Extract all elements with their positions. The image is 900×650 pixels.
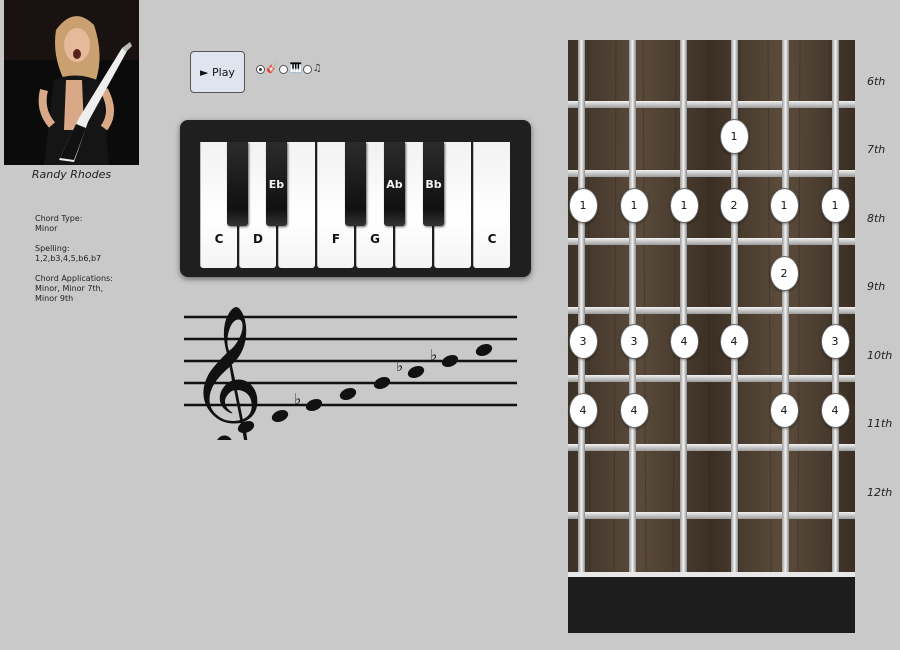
guitar-fretboard (568, 40, 855, 633)
note-head (339, 387, 357, 401)
finger-marker[interactable]: 2 (769, 255, 799, 291)
finger-marker[interactable]: 3 (568, 323, 598, 359)
note-head (475, 343, 493, 357)
artist-caption: Randy Rhodes (31, 168, 112, 181)
chord-type-label: Chord Type: (35, 214, 83, 223)
note-head (441, 354, 459, 368)
fret-label: 12th (867, 486, 893, 499)
key-label: Bb (425, 178, 442, 191)
piano-black-key[interactable]: Ab (384, 142, 405, 226)
note-head (271, 409, 289, 423)
applications-line-1: Minor, Minor 7th, (35, 284, 104, 293)
chord-type-value: Minor (35, 224, 58, 233)
piano-black-key[interactable]: Bb (423, 142, 444, 226)
mode-radio-guitar[interactable] (256, 64, 265, 74)
finger-marker[interactable]: 1 (568, 187, 598, 223)
fret-label: 7th (867, 143, 886, 156)
fret-label: 6th (867, 75, 886, 88)
key-label: F (331, 232, 341, 246)
key-label: D (253, 232, 263, 246)
fret-label: 9th (867, 280, 886, 293)
mode-radio-piano[interactable] (279, 64, 289, 74)
finger-marker[interactable]: 1 (769, 187, 799, 223)
piano-black-key[interactable] (227, 142, 248, 226)
piano-icon: 🎹 (289, 63, 302, 74)
applications-label: Chord Applications: (35, 274, 113, 283)
fret-label: 8th (867, 212, 886, 225)
fret-label: 11th (867, 417, 893, 430)
note-head (305, 398, 323, 412)
flat-accidental: ♭ (294, 390, 301, 408)
finger-marker[interactable]: 4 (719, 323, 749, 359)
piano-black-key[interactable]: Eb (266, 142, 287, 226)
finger-marker[interactable]: 1 (619, 187, 649, 223)
note-head (373, 376, 391, 390)
finger-marker[interactable]: 3 (619, 323, 649, 359)
finger-marker[interactable]: 1 (719, 118, 749, 154)
applications-line-2: Minor 9th (35, 294, 74, 303)
flat-accidental: ♭ (396, 357, 403, 375)
piano-white-key[interactable]: C (473, 142, 510, 268)
treble-clef-icon: 𝄞 (188, 304, 264, 440)
display-mode-selector: 🎸 🎹 ♫ (256, 64, 323, 74)
artist-photo (4, 0, 139, 165)
finger-marker[interactable]: 4 (769, 392, 799, 428)
key-label: G (370, 232, 380, 246)
note-head (407, 365, 425, 379)
finger-marker[interactable]: 1 (669, 187, 699, 223)
piano-black-key[interactable] (345, 142, 366, 226)
key-label: C (487, 232, 497, 246)
piano-keyboard: C D F G C Eb Ab Bb (180, 120, 531, 277)
fret-label: 10th (867, 349, 893, 362)
play-button[interactable]: ► Play (190, 51, 245, 93)
chord-info: Chord Type: Minor Spelling: 1,2,b3,4,5,b… (35, 214, 113, 314)
guitar-icon: 🎸 (266, 63, 279, 74)
guitar-body (568, 577, 855, 633)
key-label: Ab (386, 178, 403, 191)
staff-notation: 𝄞 ♭ ♭ ♭ (184, 304, 517, 440)
key-label: C (214, 232, 224, 246)
finger-marker[interactable]: 4 (820, 392, 850, 428)
staff-notes: ♭ ♭ ♭ (237, 343, 493, 434)
finger-marker[interactable]: 2 (719, 187, 749, 223)
spelling-value: 1,2,b3,4,5,b6,b7 (35, 254, 102, 263)
spelling-label: Spelling: (35, 244, 70, 253)
finger-marker[interactable]: 4 (669, 323, 699, 359)
finger-marker[interactable]: 1 (820, 187, 850, 223)
key-label: Eb (268, 178, 285, 191)
finger-marker[interactable]: 4 (619, 392, 649, 428)
mode-radio-notes[interactable] (302, 64, 312, 74)
finger-marker[interactable]: 4 (568, 392, 598, 428)
notes-icon: ♫ (312, 63, 322, 74)
flat-accidental: ♭ (430, 346, 437, 364)
finger-marker[interactable]: 3 (820, 323, 850, 359)
